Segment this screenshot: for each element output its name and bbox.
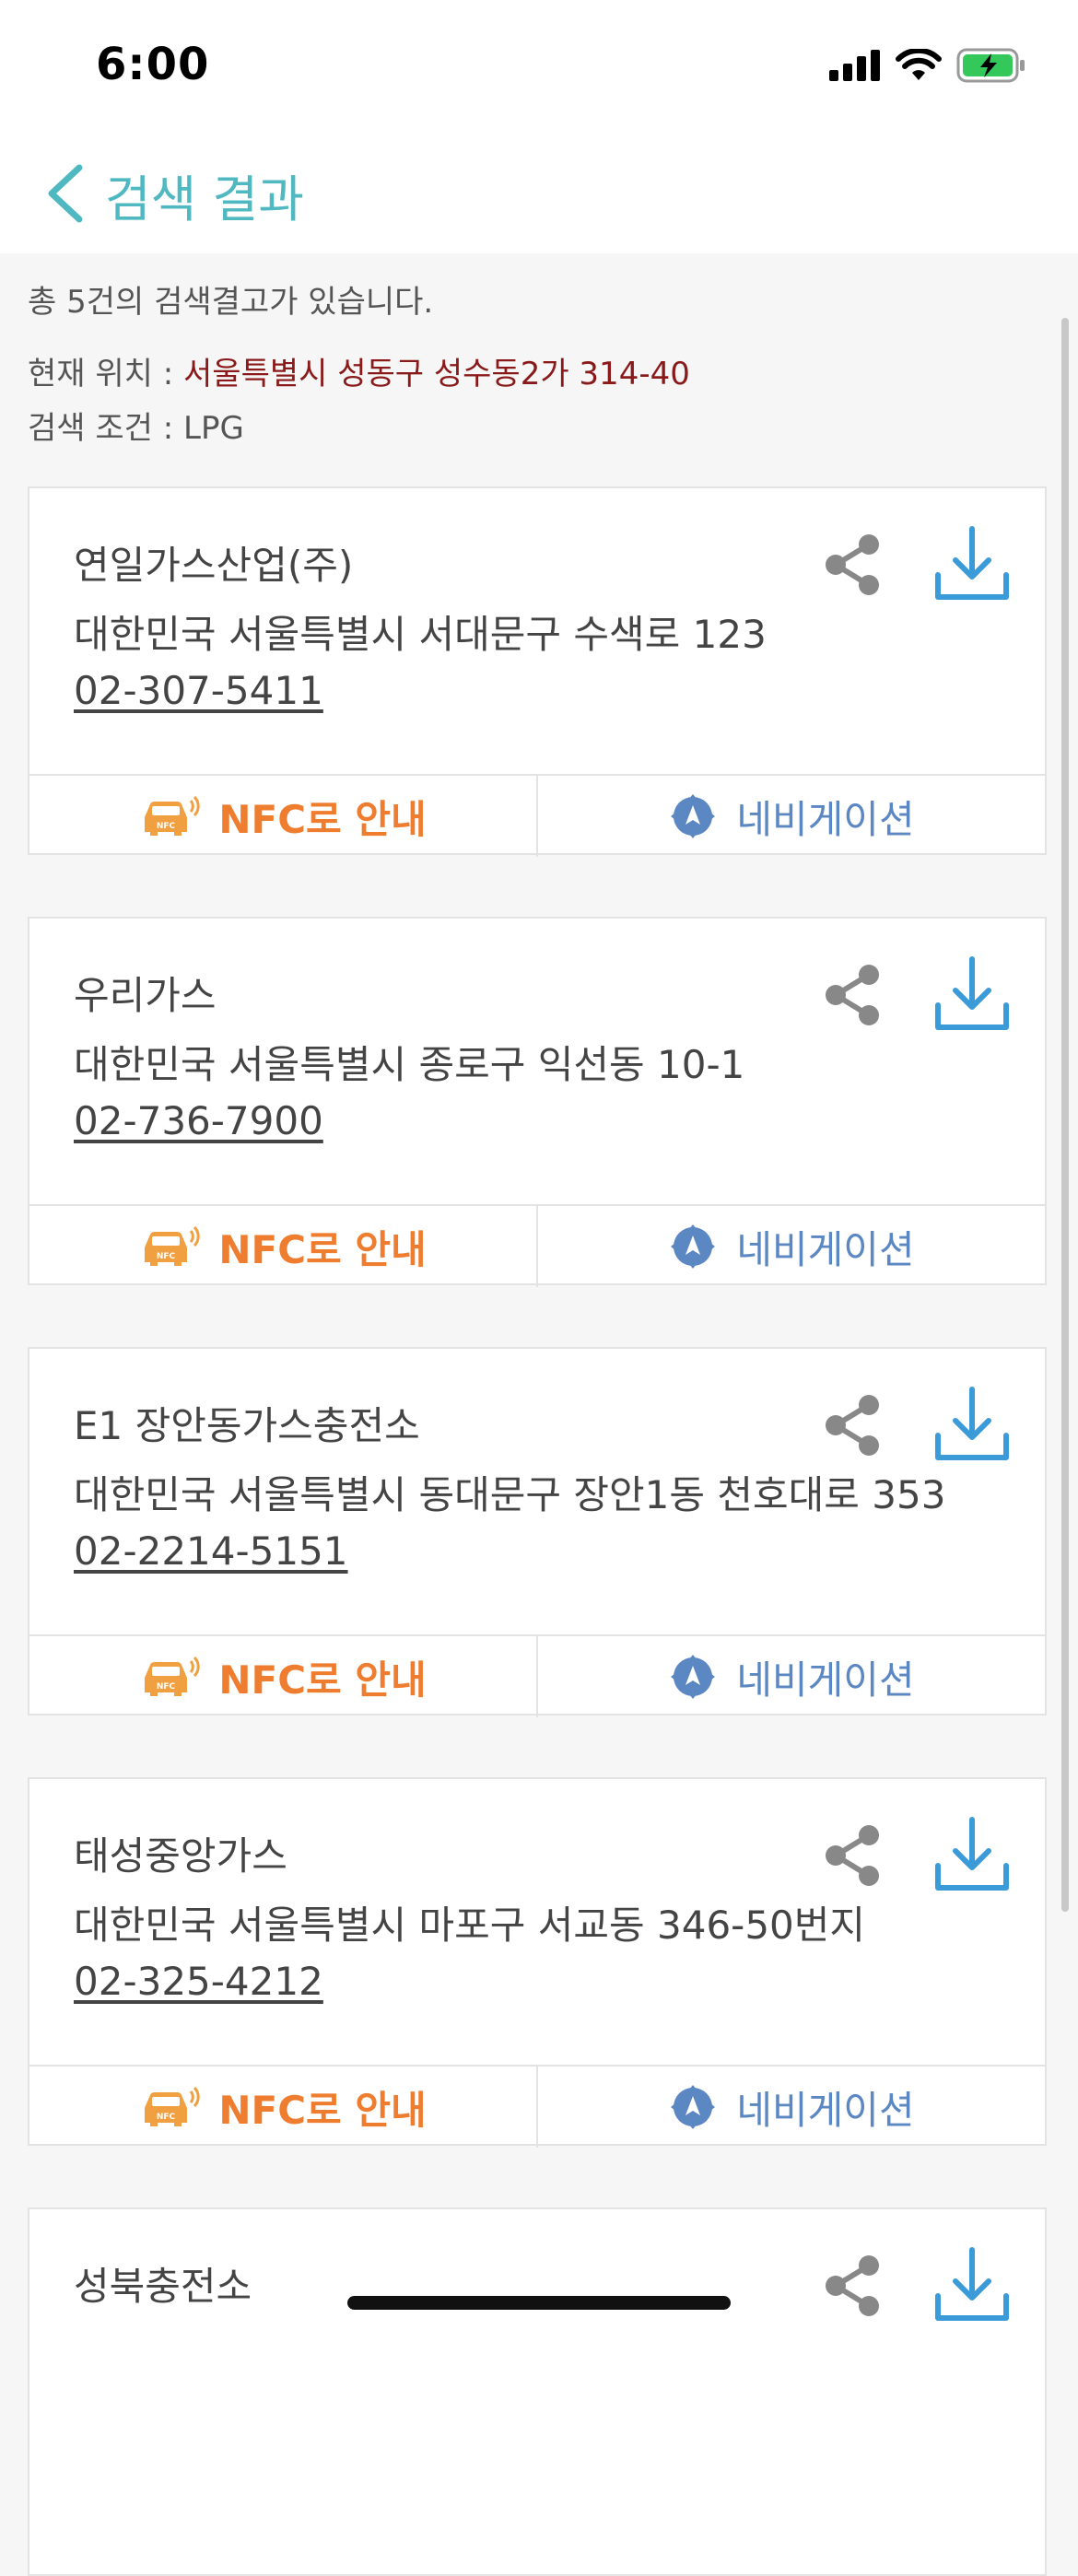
station-phone-link[interactable]: 02-307-5411 xyxy=(74,668,323,713)
search-condition-label: 검색 조건 : xyxy=(28,410,174,447)
station-address: 대한민국 서울특별시 마포구 서교동 346-50번지 xyxy=(74,1903,866,1948)
station-name: 우리가스 xyxy=(74,973,217,1018)
station-address: 대한민국 서울특별시 서대문구 수색로 123 xyxy=(74,612,767,657)
download-icon[interactable] xyxy=(932,954,1012,1033)
nfc-guide-button[interactable]: NFC NFC로 안내 xyxy=(29,776,538,857)
car-nfc-icon: NFC xyxy=(145,795,201,836)
navigation-button[interactable]: 네비게이션 xyxy=(538,776,1045,857)
current-location-row: 현재 위치 : 서울특별시 성동구 성수동2가 314-40 xyxy=(28,348,690,393)
nfc-guide-button[interactable]: NFC NFC로 안내 xyxy=(29,2067,538,2148)
share-icon[interactable] xyxy=(817,2251,887,2321)
station-address: 대한민국 서울특별시 종로구 익선동 10-1 xyxy=(74,1042,745,1087)
station-card: E1 장안동가스충전소 대한민국 서울특별시 동대문구 장안1동 천호대로 35… xyxy=(28,1347,1047,1717)
card-actions: NFC NFC로 안내 네비게이션 xyxy=(29,774,1045,857)
station-address: 대한민국 서울특별시 동대문구 장안1동 천호대로 353 xyxy=(74,1472,946,1517)
station-name: E1 장안동가스충전소 xyxy=(74,1403,420,1448)
station-card: 태성중앙가스 대한민국 서울특별시 마포구 서교동 346-50번지 02-32… xyxy=(28,1777,1047,2148)
svg-text:NFC: NFC xyxy=(157,1682,176,1692)
station-card: 성북충전소 xyxy=(28,2207,1047,2576)
car-nfc-icon: NFC xyxy=(145,2086,201,2126)
share-icon[interactable] xyxy=(817,1390,887,1460)
nfc-guide-button[interactable]: NFC NFC로 안내 xyxy=(29,1636,538,1717)
svg-text:NFC: NFC xyxy=(157,822,176,831)
navigation-button[interactable]: 네비게이션 xyxy=(538,1206,1045,1287)
status-bar: 6:00 xyxy=(0,0,1078,138)
navigation-label: 네비게이션 xyxy=(736,796,915,842)
nfc-guide-button[interactable]: NFC NFC로 안내 xyxy=(29,1206,538,1287)
page-title: 검색 결과 xyxy=(105,170,304,228)
station-name: 성북충전소 xyxy=(74,2264,252,2309)
current-location-value: 서울특별시 성동구 성수동2가 314-40 xyxy=(183,356,690,392)
station-name: 태성중앙가스 xyxy=(74,1833,287,1879)
navigation-icon xyxy=(671,1655,716,1699)
card-actions: NFC NFC로 안내 네비게이션 xyxy=(29,1204,1045,1287)
card-actions: NFC NFC로 안내 네비게이션 xyxy=(29,1634,1045,1717)
navigation-icon xyxy=(671,2085,716,2129)
share-icon[interactable] xyxy=(817,530,887,600)
share-icon[interactable] xyxy=(817,1821,887,1891)
download-icon[interactable] xyxy=(932,1814,1012,1893)
station-phone-link[interactable]: 02-2214-5151 xyxy=(74,1528,348,1574)
navigation-button[interactable]: 네비게이션 xyxy=(538,2067,1045,2148)
nfc-guide-label: NFC로 안내 xyxy=(218,1657,427,1703)
station-phone-link[interactable]: 02-736-7900 xyxy=(74,1098,323,1143)
station-phone-link[interactable]: 02-325-4212 xyxy=(74,1959,323,2004)
station-card: 연일가스산업(주) 대한민국 서울특별시 서대문구 수색로 123 02-307… xyxy=(28,486,1047,857)
car-nfc-icon: NFC xyxy=(145,1225,201,1266)
results-summary: 총 5건의 검색결고가 있습니다. xyxy=(28,284,434,321)
current-location-label: 현재 위치 : xyxy=(28,356,174,392)
navigation-icon xyxy=(671,1224,716,1269)
download-icon[interactable] xyxy=(932,2244,1012,2324)
station-card: 우리가스 대한민국 서울특별시 종로구 익선동 10-1 02-736-7900… xyxy=(28,917,1047,1287)
station-name: 연일가스산업(주) xyxy=(74,543,354,588)
search-condition-value: LPG xyxy=(183,410,244,447)
nfc-guide-label: NFC로 안내 xyxy=(218,796,427,842)
navigation-label: 네비게이션 xyxy=(736,1226,915,1272)
battery-icon xyxy=(956,48,1025,83)
status-icons xyxy=(829,48,1026,83)
download-icon[interactable] xyxy=(932,1384,1012,1463)
navigation-header: 검색 결과 xyxy=(0,138,1078,253)
navigation-button[interactable]: 네비게이션 xyxy=(538,1636,1045,1717)
share-icon[interactable] xyxy=(817,960,887,1030)
car-nfc-icon: NFC xyxy=(145,1656,201,1696)
navigation-label: 네비게이션 xyxy=(736,2087,915,2133)
svg-text:NFC: NFC xyxy=(157,1252,176,1261)
navigation-label: 네비게이션 xyxy=(736,1657,915,1703)
wifi-icon xyxy=(896,49,942,80)
nfc-guide-label: NFC로 안내 xyxy=(218,2087,427,2133)
download-icon[interactable] xyxy=(932,523,1012,603)
card-actions: NFC NFC로 안내 네비게이션 xyxy=(29,2065,1045,2148)
signal-icon xyxy=(829,50,880,81)
back-chevron-icon[interactable] xyxy=(37,157,92,230)
nfc-guide-label: NFC로 안내 xyxy=(218,1226,427,1272)
scrollbar[interactable] xyxy=(1061,318,1069,1912)
home-indicator[interactable] xyxy=(347,2296,731,2310)
search-condition-row: 검색 조건 : LPG xyxy=(28,403,244,448)
navigation-icon xyxy=(671,794,716,838)
svg-text:NFC: NFC xyxy=(157,2113,176,2122)
status-time: 6:00 xyxy=(96,39,210,90)
